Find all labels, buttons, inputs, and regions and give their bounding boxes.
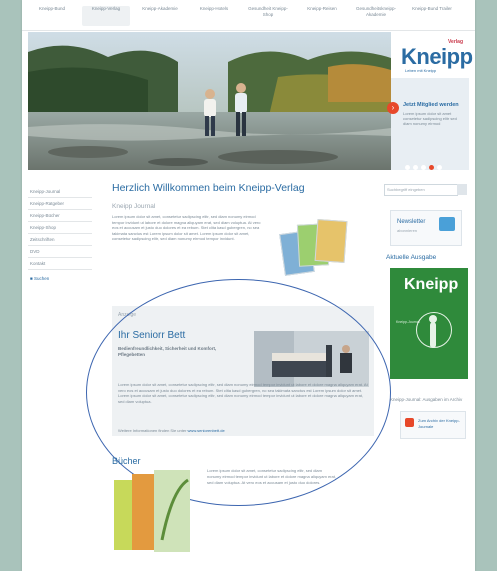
left-nav: Kneipp-Journal Kneipp-Ratgeber Kneipp-Bü…: [28, 186, 92, 281]
promo-arrow-icon[interactable]: ›: [387, 102, 399, 114]
left-nav-item[interactable]: Kneipp-Bücher: [28, 210, 92, 222]
left-nav-item[interactable]: DVD: [28, 246, 92, 258]
ad-link-prefix: Weitere Informationen finden Sie unter: [118, 428, 187, 433]
slider-dot-5[interactable]: [437, 165, 442, 170]
cover-figure-body: [430, 322, 436, 348]
envelope-icon: [439, 217, 455, 231]
page: Kneipp-Bund Kneipp-Verlag Kneipp-Akademi…: [22, 0, 475, 571]
promo-title[interactable]: Jetzt Mitglied werden: [403, 102, 459, 108]
side-promo: Verlag Kneipp Leben mit Kneipp › Jetzt M…: [387, 32, 473, 170]
newsletter-title: Newsletter: [397, 219, 426, 225]
promo-text: Lorem ipsum dolor sit amet consetetur sa…: [403, 111, 457, 126]
ad-link[interactable]: www.seniorenbett.de: [188, 428, 225, 433]
hero-image: [28, 32, 391, 170]
magazine-covers[interactable]: [272, 214, 352, 276]
left-nav-item[interactable]: Kneipp-Shop: [28, 222, 92, 234]
archive-icon: [405, 418, 414, 427]
nav-item-1[interactable]: Kneipp-Bund: [28, 6, 76, 26]
ad-box: Anzeige Ihr Seniorr Bett Bedienfreundlic…: [112, 306, 374, 436]
kneipp-logo[interactable]: Verlag Kneipp Leben mit Kneipp: [391, 32, 473, 78]
nav-item-4[interactable]: Kneipp-Hotels: [190, 6, 238, 26]
hero-landscape: [28, 32, 391, 170]
newsletter-subtitle: abonnieren: [397, 228, 418, 233]
nav-item-8[interactable]: Kneipp-Bund Trailer: [408, 6, 456, 26]
search-input[interactable]: Suchbegriff eingeben: [384, 184, 458, 196]
top-nav: Kneipp-Bund Kneipp-Verlag Kneipp-Akademi…: [22, 0, 475, 31]
page-title: Herzlich Willkommen beim Kneipp-Verlag: [112, 182, 305, 194]
books-illustration: [114, 470, 190, 552]
ad-body: Lorem ipsum dolor sit amet, consetetur s…: [118, 382, 368, 404]
left-nav-item[interactable]: Kneipp-Ratgeber: [28, 198, 92, 210]
left-search-link[interactable]: ■ Suchen: [28, 276, 92, 281]
slider-dot-4[interactable]: [429, 165, 434, 170]
left-nav-item[interactable]: Zeitschriften: [28, 234, 92, 246]
magazine-cover-3: [314, 219, 348, 263]
slider-dot-3[interactable]: [421, 165, 426, 170]
nav-item-6[interactable]: Kneipp-Reisen: [298, 6, 346, 26]
cover-logo: Kneipp: [404, 276, 459, 293]
bed-illustration: [254, 331, 369, 387]
books-covers[interactable]: [114, 470, 194, 556]
nav-item-2[interactable]: Kneipp-Verlag: [82, 6, 130, 26]
nav-item-3[interactable]: Kneipp-Akademie: [136, 6, 184, 26]
current-issue-heading: Aktuelle Ausgabe: [386, 254, 437, 261]
archive-button-label: Zum Archiv der Kneipp-Journale: [418, 418, 460, 429]
nav-item-7[interactable]: Gesundheitskneipp-Akademie: [352, 6, 400, 26]
archive-button[interactable]: Zum Archiv der Kneipp-Journale: [400, 411, 466, 439]
left-search-label: Suchen: [33, 276, 50, 281]
ad-label: Anzeige: [118, 312, 137, 318]
left-nav-item[interactable]: Kneipp-Journal: [28, 186, 92, 198]
slider-dots: [405, 157, 445, 170]
archive-note: Kneipp-Journal: Ausgaben im Archiv: [390, 397, 463, 402]
ad-link-row: Weitere Informationen finden Sie unter w…: [118, 428, 225, 433]
nav-item-5[interactable]: Gesundheit Kneipp-Shop: [244, 6, 292, 26]
books-text: Lorem ipsum dolor sit amet, consetetur s…: [207, 468, 336, 485]
search-button[interactable]: [457, 184, 467, 195]
section-heading: Kneipp Journal: [112, 203, 156, 210]
slider-dot-2[interactable]: [413, 165, 418, 170]
left-nav-item[interactable]: Kontakt: [28, 258, 92, 270]
logo-text: Kneipp: [401, 44, 473, 69]
bed-photo[interactable]: [254, 331, 369, 387]
logo-subtitle: Leben mit Kneipp: [405, 68, 437, 73]
books-heading: Bücher: [112, 456, 141, 466]
newsletter-box[interactable]: Newsletter abonnieren: [390, 210, 462, 246]
current-issue-cover[interactable]: Kneipp Kneipp-Journal: [390, 268, 468, 379]
search-icon: ■: [30, 276, 33, 281]
ad-features: Bedienfreundlichkeit, Sicherheit und Kom…: [118, 346, 217, 357]
intro-text: Lorem ipsum dolor sit amet, consetetur s…: [112, 214, 261, 241]
ad-title[interactable]: Ihr Seniorr Bett: [118, 330, 185, 341]
slider-dot-1[interactable]: [405, 165, 410, 170]
